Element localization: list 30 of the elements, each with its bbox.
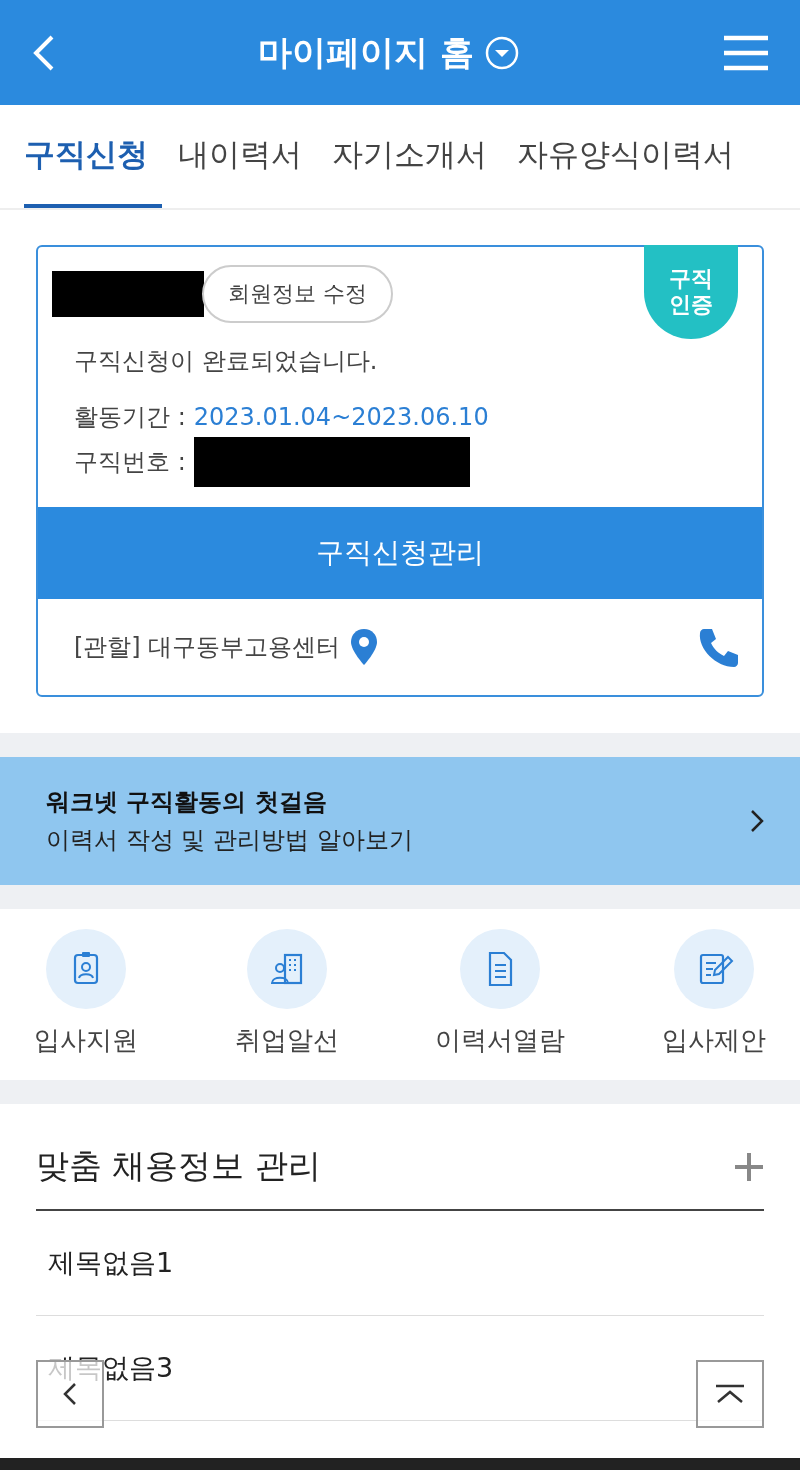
scroll-top-button[interactable] (696, 1360, 764, 1428)
shortcut-button[interactable]: 취업알선 (234, 929, 339, 1080)
manage-button[interactable]: 구직신청관리 (38, 507, 762, 599)
period-label: 활동기간 : (74, 402, 186, 433)
guide-banner[interactable]: 워크넷 구직활동의 첫걸음 이력서 작성 및 관리방법 알아보기 (0, 757, 800, 885)
chevron-right-icon (750, 809, 764, 833)
edit-profile-button[interactable]: 회원정보 수정 (202, 265, 393, 323)
list-item[interactable]: 제목없음3 (48, 1352, 174, 1383)
shortcut-button[interactable]: 이력서열람 (435, 929, 566, 1080)
add-icon[interactable] (734, 1151, 764, 1182)
status-text: 구직신청이 완료되었습니다. (74, 346, 379, 377)
shortcut-button[interactable]: 입사지원 (34, 929, 138, 1080)
dropdown-icon[interactable] (483, 34, 520, 71)
tab[interactable]: 자유양식이력서 (503, 105, 748, 208)
menu-icon[interactable] (722, 33, 770, 72)
banner-title: 워크넷 구직활동의 첫걸음 (46, 787, 328, 818)
tab[interactable]: 내이력서 (164, 105, 316, 208)
shortcut-button[interactable]: 입사제안 (661, 929, 766, 1080)
banner-subtitle: 이력서 작성 및 관리방법 알아보기 (46, 825, 413, 856)
number-label: 구직번호 : (74, 447, 186, 478)
scroll-top-icon (715, 1384, 745, 1404)
office-text: [관할] 대구동부고용센터 (74, 632, 341, 663)
verification-badge: 구직 인증 (644, 245, 738, 339)
list-item[interactable]: 제목없음1 (48, 1247, 174, 1278)
period-value: 2023.01.04~2023.06.10 (193, 403, 489, 431)
tab[interactable]: 자기소개서 (318, 105, 501, 208)
page-title: 마이페이지 홈 (258, 30, 474, 74)
chevron-left-icon (63, 1382, 77, 1406)
section-title: 맞춤 채용정보 관리 (36, 1145, 321, 1187)
tab[interactable]: 구직신청 (24, 105, 162, 208)
